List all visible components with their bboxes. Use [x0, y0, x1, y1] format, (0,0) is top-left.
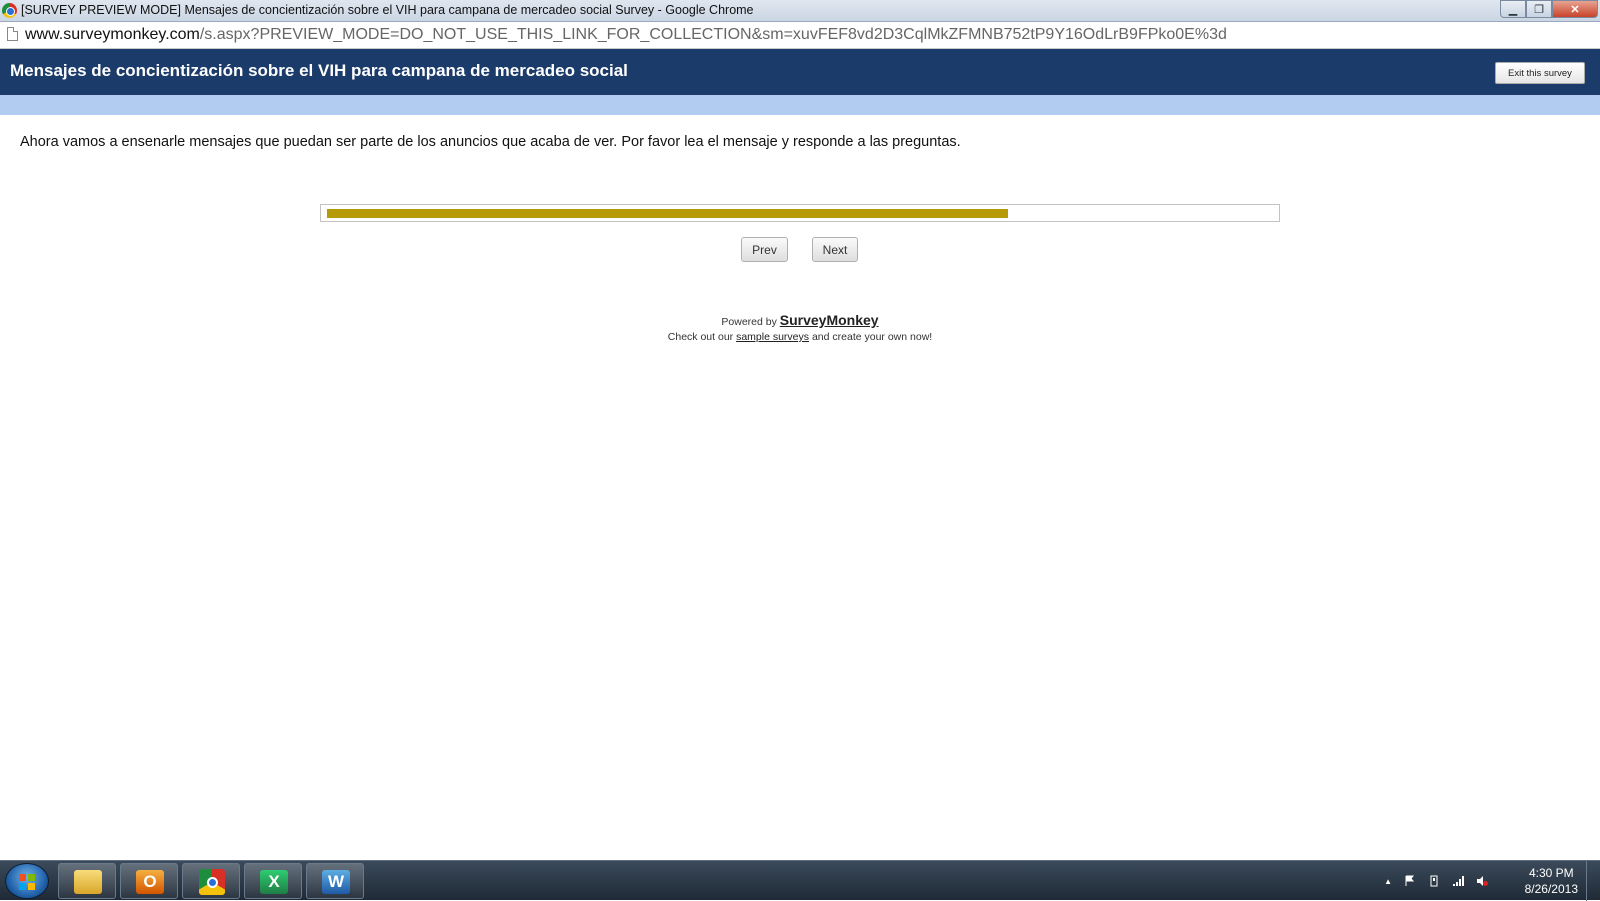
taskbar: O X W ▲ 4:30 PM 8/26/2013 [0, 860, 1600, 901]
intro-text: Ahora vamos a ensenarle mensajes que pue… [20, 134, 961, 150]
taskbar-outlook[interactable]: O [120, 863, 178, 899]
window-titlebar: [SURVEY PREVIEW MODE] Mensajes de concie… [0, 0, 1600, 22]
survey-subheader [0, 95, 1600, 115]
show-desktop-button[interactable] [1586, 861, 1600, 901]
taskbar-chrome[interactable] [182, 863, 240, 899]
start-button[interactable] [5, 863, 49, 899]
powered-by-label: Powered by [721, 316, 777, 328]
next-button[interactable]: Next [812, 237, 858, 262]
taskbar-excel[interactable]: X [244, 863, 302, 899]
progress-bar [320, 204, 1280, 222]
close-button[interactable]: ✕ [1552, 0, 1598, 18]
progress-fill [327, 209, 1009, 218]
window-controls: ▁ ❐ ✕ [1500, 0, 1598, 18]
tray-expand-icon[interactable]: ▲ [1384, 877, 1392, 886]
chrome-icon [199, 869, 225, 895]
word-icon: W [322, 870, 350, 894]
outlook-icon: O [136, 870, 164, 894]
excel-icon: X [260, 870, 288, 894]
survey-title: Mensajes de concientización sobre el VIH… [10, 61, 628, 80]
page-icon [7, 27, 18, 41]
chrome-icon [2, 3, 17, 18]
prev-button[interactable]: Prev [741, 237, 788, 262]
clock-date: 8/26/2013 [1524, 882, 1578, 896]
promo-prefix: Check out our [667, 331, 734, 343]
survey-header: Mensajes de concientización sobre el VIH… [0, 49, 1600, 95]
url-text[interactable]: www.surveymonkey.com/s.aspx?PREVIEW_MODE… [25, 26, 1227, 44]
sample-surveys-link[interactable]: sample surveys [736, 331, 809, 343]
url-host: www.surveymonkey.com [25, 26, 200, 43]
promo-suffix: and create your own now! [811, 331, 933, 343]
device-icon[interactable] [1428, 875, 1440, 887]
system-tray: ▲ [1384, 871, 1488, 891]
url-path: /s.aspx?PREVIEW_MODE=DO_NOT_USE_THIS_LIN… [199, 26, 1227, 43]
clock-time: 4:30 PM [1528, 866, 1574, 880]
address-bar[interactable]: www.surveymonkey.com/s.aspx?PREVIEW_MODE… [0, 22, 1600, 49]
network-icon[interactable] [1452, 875, 1464, 887]
maximize-button[interactable]: ❐ [1526, 0, 1552, 18]
volume-muted-icon[interactable] [1476, 875, 1488, 887]
taskbar-word[interactable]: W [306, 863, 364, 899]
exit-survey-button[interactable]: Exit this survey [1495, 62, 1585, 84]
minimize-button[interactable]: ▁ [1500, 0, 1526, 18]
taskbar-explorer[interactable] [58, 863, 116, 899]
flag-icon[interactable] [1404, 875, 1416, 887]
surveymonkey-link[interactable]: SurveyMonkey [780, 312, 879, 328]
window-title: [SURVEY PREVIEW MODE] Mensajes de concie… [21, 3, 754, 17]
clock[interactable]: 4:30 PM 8/26/2013 [1525, 865, 1578, 897]
folder-icon [74, 870, 102, 894]
promo-line: Check out our sample surveys and create … [0, 331, 1600, 343]
powered-by: Powered by SurveyMonkey [0, 312, 1600, 328]
